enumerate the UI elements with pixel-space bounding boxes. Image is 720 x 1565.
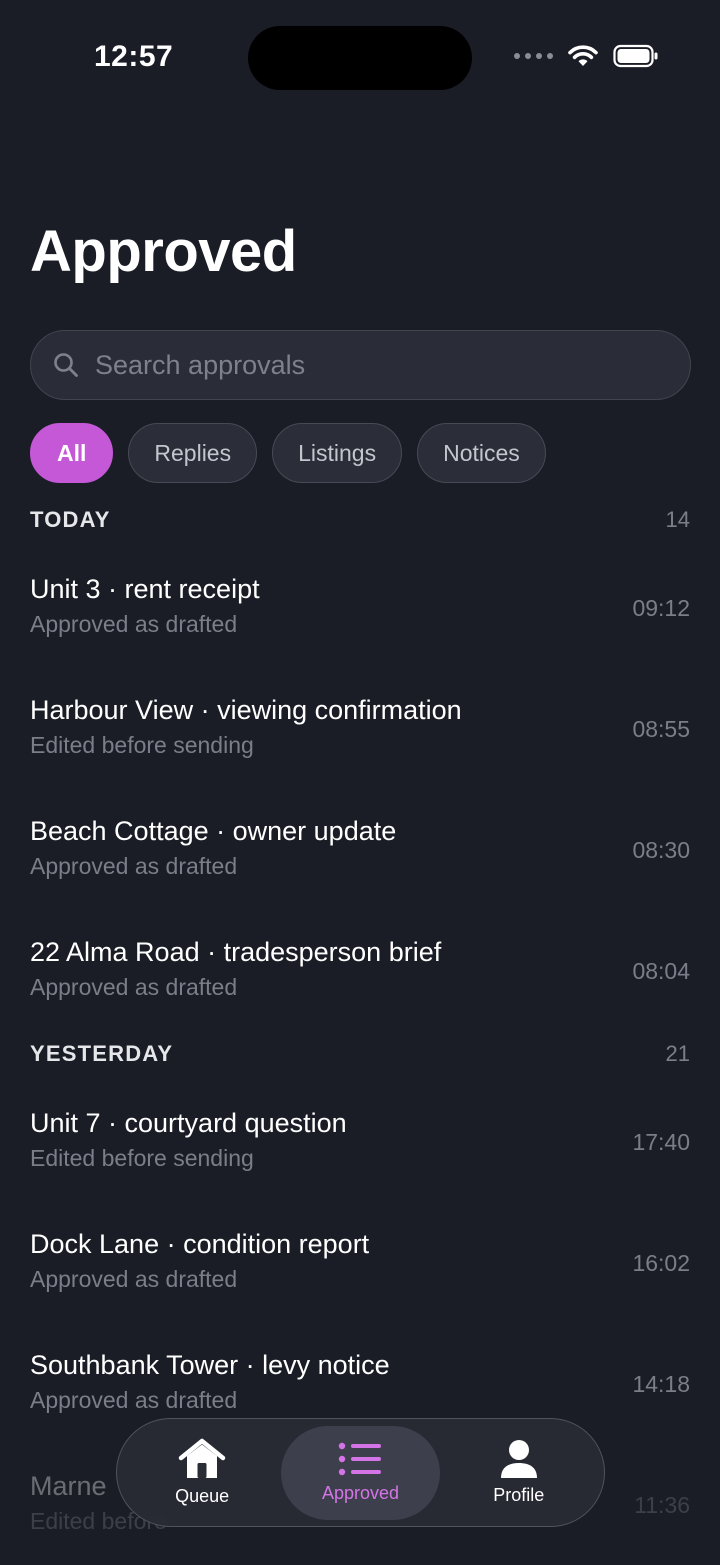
section-count: 21 xyxy=(665,1041,690,1066)
search-bar[interactable] xyxy=(30,330,691,400)
item-title: Beach Cottage · owner update xyxy=(30,816,397,846)
list-icon xyxy=(339,1442,382,1476)
item-time: 08:04 xyxy=(632,958,690,984)
item-time: 08:55 xyxy=(632,716,690,742)
item-title: Unit 7 · courtyard question xyxy=(30,1108,347,1138)
cellular-signal-icon xyxy=(514,53,553,59)
item-status: Approved as drafted xyxy=(30,1387,238,1413)
wifi-icon xyxy=(568,45,598,66)
section-title: TODAY xyxy=(30,507,111,532)
house-icon xyxy=(178,1438,226,1478)
list-item[interactable]: Unit 3 · rent receipt Approved as drafte… xyxy=(30,574,690,664)
list-item[interactable]: Unit 7 · courtyard question Edited befor… xyxy=(30,1108,690,1198)
item-title: Harbour View · viewing confirmation xyxy=(30,695,462,725)
item-status: Edited before sending xyxy=(30,1145,254,1171)
tab-queue[interactable]: Queue xyxy=(123,1426,281,1520)
tab-approved[interactable]: Approved xyxy=(281,1425,440,1520)
list-item[interactable]: Beach Cottage · owner update Approved as… xyxy=(30,816,690,906)
item-time: 11:36 xyxy=(634,1492,690,1518)
item-time: 14:18 xyxy=(632,1371,690,1397)
filter-chip-replies[interactable]: Replies xyxy=(128,423,258,483)
filter-chip-listings[interactable]: Listings xyxy=(272,423,403,483)
dynamic-island xyxy=(248,26,472,90)
section-title: YESTERDAY xyxy=(30,1041,174,1066)
filter-chip-notices[interactable]: Notices xyxy=(417,423,546,483)
page-title: Approved xyxy=(30,219,297,284)
item-status: Approved as drafted xyxy=(30,611,238,637)
item-status: Approved as drafted xyxy=(30,853,238,879)
section-header-today: TODAY 14 xyxy=(30,507,690,533)
item-title: 22 Alma Road · tradesperson brief xyxy=(30,937,442,967)
item-title: Dock Lane · condition report xyxy=(30,1229,370,1259)
item-title: Southbank Tower · levy notice xyxy=(30,1350,390,1380)
item-title: Marne xyxy=(30,1471,107,1501)
search-input[interactable] xyxy=(95,349,655,381)
tab-profile[interactable]: Profile xyxy=(440,1426,598,1520)
item-status: Edited before sending xyxy=(30,732,254,758)
list-item[interactable]: Dock Lane · condition report Approved as… xyxy=(30,1229,690,1319)
item-time: 08:30 xyxy=(632,837,690,863)
status-icons xyxy=(514,44,659,68)
item-time: 17:40 xyxy=(632,1129,690,1155)
item-status: Approved as drafted xyxy=(30,1266,238,1292)
section-count: 14 xyxy=(665,507,690,532)
list-item[interactable]: Harbour View · viewing confirmation Edit… xyxy=(30,695,690,785)
list-item[interactable]: 22 Alma Road · tradesperson brief Approv… xyxy=(30,937,690,1027)
filter-chips: All Replies Listings Notices xyxy=(30,423,546,483)
item-time: 09:12 xyxy=(632,595,690,621)
tab-label: Approved xyxy=(321,1483,400,1503)
status-time: 12:57 xyxy=(94,40,174,73)
person-icon xyxy=(500,1440,537,1478)
item-time: 16:02 xyxy=(632,1250,690,1276)
tab-label: Queue xyxy=(175,1486,230,1506)
filter-chip-all[interactable]: All xyxy=(30,423,114,483)
section-header-yesterday: YESTERDAY 21 xyxy=(30,1041,690,1067)
tab-bar: Queue Approved Profile xyxy=(116,1418,605,1527)
battery-icon xyxy=(613,44,658,68)
search-icon xyxy=(54,353,78,377)
item-title: Unit 3 · rent receipt xyxy=(30,574,260,604)
approved-screen: 12:57 Approved All Replies Listings Noti… xyxy=(0,0,720,1565)
item-status: Approved as drafted xyxy=(30,974,238,1000)
tab-label: Profile xyxy=(493,1485,545,1505)
